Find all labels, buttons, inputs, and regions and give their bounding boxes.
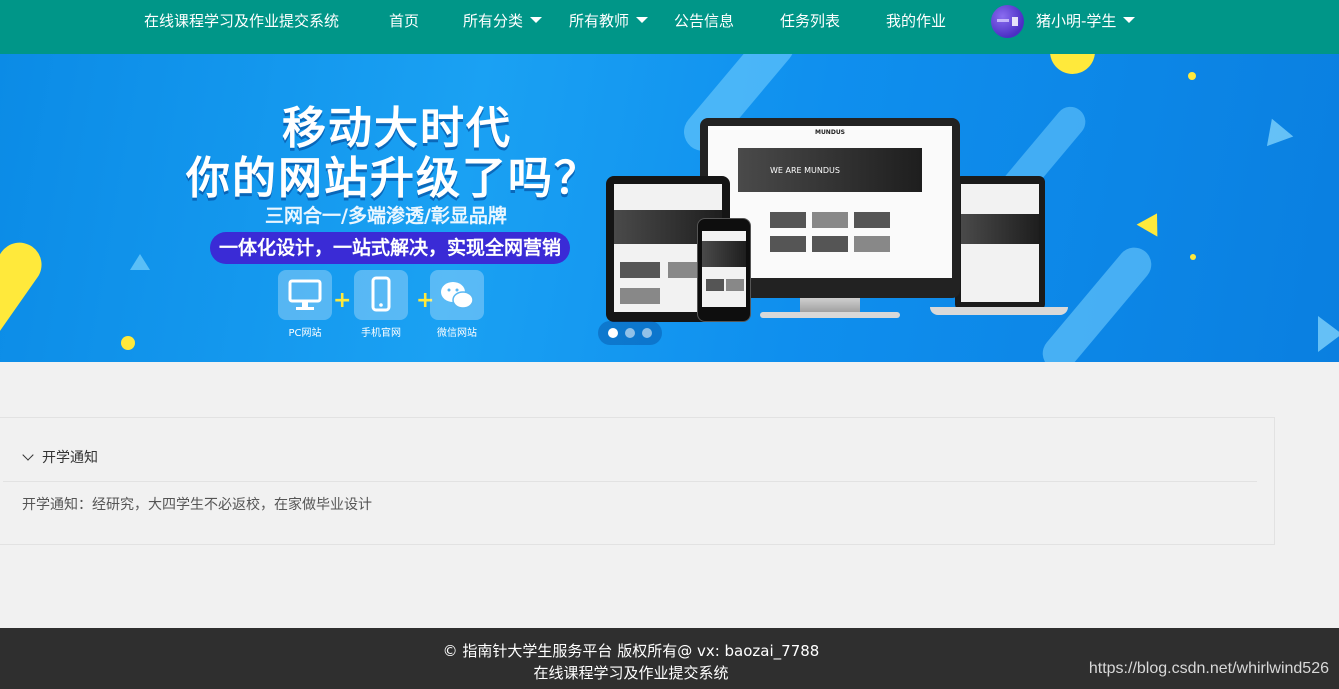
banner-slogan-pill: 一体化设计，一站式解决，实现全网营销 <box>210 232 570 264</box>
chevron-down-icon <box>22 449 34 461</box>
nav-item-categories[interactable]: 所有分类 <box>463 0 543 42</box>
carousel-dot-1[interactable] <box>608 328 618 338</box>
phone-mockup <box>697 218 751 322</box>
decorative-triangle <box>1318 316 1339 352</box>
site-title-link[interactable]: 在线课程学习及作业提交系统 <box>144 0 339 42</box>
monitor-icon <box>278 270 332 320</box>
mobile-icon <box>354 270 408 320</box>
decorative-dot <box>1190 254 1196 260</box>
mockup-brand: MUNDUS <box>814 129 846 136</box>
decorative-triangle <box>130 254 150 270</box>
notice-panel-header[interactable]: 开学通知 <box>20 446 98 470</box>
nav-item-home[interactable]: 首页 <box>389 0 419 42</box>
user-name: 猪小明-学生 <box>1036 12 1117 30</box>
notice-title: 开学通知 <box>42 450 98 466</box>
decorative-dot <box>121 336 135 350</box>
caret-down-icon <box>530 16 543 23</box>
nav-item-teachers[interactable]: 所有教师 <box>569 0 649 42</box>
banner-tagline: 三网合一/多端渗透/彰显品牌 <box>265 205 507 227</box>
mockup-hero-text: WE ARE MUNDUS <box>770 166 840 175</box>
plus-icon: + <box>333 288 352 313</box>
carousel-indicators <box>598 321 662 345</box>
caret-down-icon <box>636 16 649 23</box>
monitor-base <box>760 312 900 318</box>
decorative-stripe <box>1035 240 1159 362</box>
top-navigation-bar: 在线课程学习及作业提交系统 首页 所有分类 所有教师 公告信息 任务列表 我的作… <box>0 0 1339 54</box>
user-avatar-icon[interactable] <box>991 5 1024 38</box>
footer-system-name: 在线课程学习及作业提交系统 <box>533 664 729 682</box>
nav-item-my-homework[interactable]: 我的作业 <box>886 0 946 42</box>
footer-copyright: © 指南针大学生服务平台 版权所有@ vx: baozai_7788 <box>442 642 820 660</box>
decorative-stripe <box>1050 54 1095 74</box>
caret-down-icon <box>1123 16 1136 23</box>
nav-item-announcements[interactable]: 公告信息 <box>674 0 734 42</box>
decorative-dot <box>1188 72 1196 80</box>
notice-collapse-panel: 开学通知 开学通知：经研究，大四学生不必返校，在家做毕业设计 <box>0 417 1275 545</box>
feature-label-wechat: 微信网站 <box>437 328 477 339</box>
banner-headline-2: 你的网站升级了吗？ <box>186 153 600 204</box>
laptop-base <box>930 307 1068 315</box>
notice-content: 开学通知：经研究，大四学生不必返校，在家做毕业设计 <box>22 497 372 513</box>
feature-label-mobile: 手机官网 <box>361 328 401 339</box>
feature-label-pc: PC网站 <box>288 328 322 339</box>
carousel-dot-3[interactable] <box>642 328 652 338</box>
decorative-triangle <box>1136 207 1168 237</box>
nav-item-task-list[interactable]: 任务列表 <box>780 0 840 42</box>
decorative-stripe <box>0 234 51 362</box>
laptop-mockup <box>955 176 1045 310</box>
carousel-dot-2[interactable] <box>625 328 635 338</box>
divider <box>3 481 1257 482</box>
carousel-banner[interactable]: 移动大时代 你的网站升级了吗？ 三网合一/多端渗透/彰显品牌 一体化设计，一站式… <box>0 54 1339 362</box>
nav-item-categories-label: 所有分类 <box>463 12 524 30</box>
user-menu[interactable]: 猪小明-学生 <box>1036 0 1136 42</box>
decorative-triangle <box>1258 113 1294 147</box>
blog-watermark: https://blog.csdn.net/whirlwind526 <box>1088 660 1329 677</box>
page-footer: © 指南针大学生服务平台 版权所有@ vx: baozai_7788 在线课程学… <box>0 628 1339 689</box>
wechat-icon <box>430 270 484 320</box>
nav-item-teachers-label: 所有教师 <box>569 12 630 30</box>
